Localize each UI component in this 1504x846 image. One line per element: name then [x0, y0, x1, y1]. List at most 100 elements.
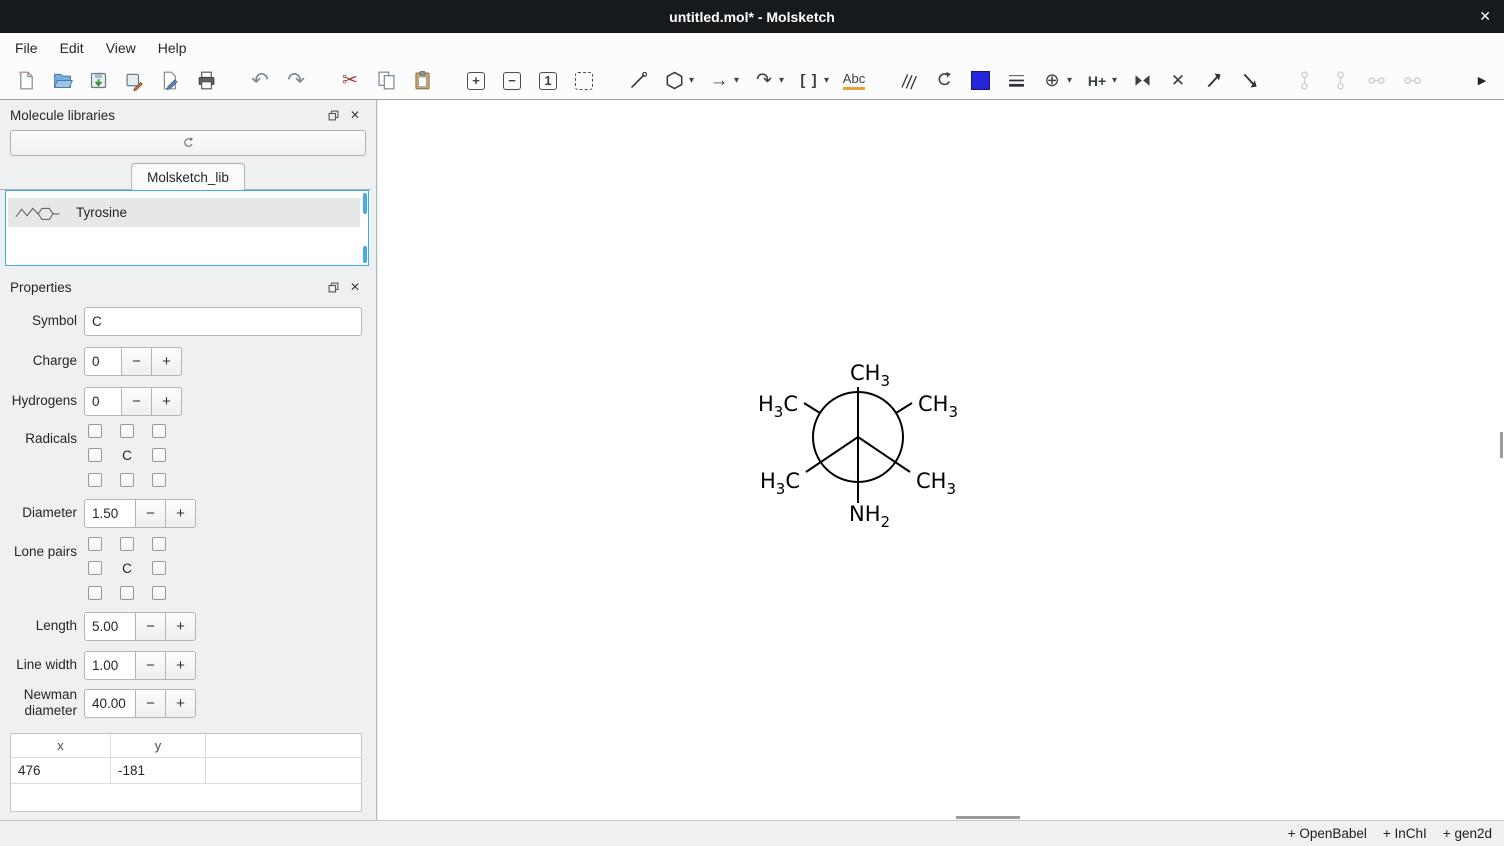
- zoom-original-button[interactable]: 1: [534, 67, 562, 95]
- copy-button[interactable]: [372, 67, 400, 95]
- diameter-value-input[interactable]: [84, 499, 136, 528]
- pen-arrow-up-button[interactable]: [1200, 67, 1228, 95]
- arrow-tool-button[interactable]: →: [705, 67, 733, 95]
- window-close-button[interactable]: ✕: [1479, 0, 1491, 33]
- radical-checkbox[interactable]: [120, 473, 134, 487]
- library-refresh-button[interactable]: [10, 130, 366, 156]
- library-scrollbar-thumb[interactable]: [363, 193, 367, 214]
- length-decrement-button[interactable]: −: [135, 612, 166, 641]
- hydrogen-tool-button[interactable]: H+: [1083, 67, 1111, 95]
- arrow-dropdown-arrow[interactable]: ▾: [731, 75, 742, 86]
- ring-tool-button[interactable]: [660, 67, 688, 95]
- zoom-in-button[interactable]: +: [462, 67, 490, 95]
- coords-header-y[interactable]: y: [111, 734, 206, 757]
- coords-cell-x[interactable]: 476: [11, 758, 111, 783]
- lone-pair-checkbox[interactable]: [120, 537, 134, 551]
- paste-button[interactable]: [408, 67, 436, 95]
- charge-decrement-button[interactable]: −: [121, 347, 152, 376]
- hydrogen-dropdown-arrow[interactable]: ▾: [1109, 75, 1120, 86]
- diameter-increment-button[interactable]: +: [165, 499, 196, 528]
- list-item-tyrosine[interactable]: Tyrosine: [8, 198, 360, 227]
- lone-pair-checkbox[interactable]: [88, 537, 102, 551]
- pen-arrow-down-button[interactable]: [1236, 67, 1264, 95]
- print-button[interactable]: [192, 67, 220, 95]
- add-hydrogens-button[interactable]: [1326, 67, 1354, 95]
- remove-hydrogens-button[interactable]: [1362, 67, 1390, 95]
- bracket-tool-button[interactable]: [ ]: [795, 67, 823, 95]
- radical-checkbox[interactable]: [152, 448, 166, 462]
- vertical-scrollbar-thumb[interactable]: [1500, 432, 1503, 458]
- hydrogens-increment-button[interactable]: +: [151, 387, 182, 416]
- undo-button[interactable]: ↶: [246, 67, 274, 95]
- charge-value-input[interactable]: [84, 347, 122, 376]
- zoom-out-button[interactable]: −: [498, 67, 526, 95]
- newman-decrement-button[interactable]: −: [135, 689, 166, 718]
- radical-checkbox[interactable]: [120, 424, 134, 438]
- status-bar: + OpenBabel + InChI + gen2d: [0, 820, 1504, 846]
- length-increment-button[interactable]: +: [165, 612, 196, 641]
- redo-button[interactable]: ↷: [282, 67, 310, 95]
- curved-arrow-dropdown-arrow[interactable]: ▾: [776, 75, 787, 86]
- radical-checkbox[interactable]: [152, 473, 166, 487]
- toolbar-overflow-button[interactable]: ▶: [1472, 67, 1492, 95]
- library-scrollbar-thumb[interactable]: [363, 246, 367, 263]
- lone-pair-checkbox[interactable]: [152, 537, 166, 551]
- line-width-value-input[interactable]: [84, 651, 136, 680]
- radical-checkbox[interactable]: [88, 448, 102, 462]
- radical-checkbox[interactable]: [88, 424, 102, 438]
- text-tool-button[interactable]: Abc: [840, 67, 868, 95]
- radical-checkbox[interactable]: [88, 473, 102, 487]
- horizontal-scrollbar-thumb[interactable]: [956, 816, 1020, 819]
- delete-button[interactable]: ✕: [1164, 67, 1192, 95]
- diameter-decrement-button[interactable]: −: [135, 499, 166, 528]
- menu-help[interactable]: Help: [147, 40, 198, 56]
- menu-edit[interactable]: Edit: [49, 40, 95, 56]
- hydrogens-value-input[interactable]: [84, 387, 122, 416]
- zoom-fit-button[interactable]: [570, 67, 598, 95]
- ring-dropdown-arrow[interactable]: ▾: [686, 75, 697, 86]
- lone-pair-checkbox[interactable]: [152, 586, 166, 600]
- length-value-input[interactable]: [84, 612, 136, 641]
- optimize-geometry-button[interactable]: [1290, 67, 1318, 95]
- save-button[interactable]: [84, 67, 112, 95]
- properties-float-button[interactable]: [324, 279, 342, 295]
- hatch-tool-button[interactable]: [894, 67, 922, 95]
- charge-increment-button[interactable]: +: [151, 347, 182, 376]
- color-button[interactable]: [966, 67, 994, 95]
- coords-cell-y[interactable]: -181: [111, 758, 206, 783]
- new-file-button[interactable]: [12, 67, 40, 95]
- line-width-decrement-button[interactable]: −: [135, 651, 166, 680]
- lone-pair-checkbox[interactable]: [88, 561, 102, 575]
- newman-increment-button[interactable]: +: [165, 689, 196, 718]
- rotate-tool-button[interactable]: [930, 67, 958, 95]
- drawing-canvas[interactable]: CH3 H3C CH3 H3C CH3 NH2: [378, 100, 1504, 820]
- newman-diameter-value-input[interactable]: [84, 689, 136, 718]
- tab-molsketch-lib[interactable]: Molsketch_lib: [131, 163, 245, 190]
- flip-horizontal-button[interactable]: [1128, 67, 1156, 95]
- line-width-increment-button[interactable]: +: [165, 651, 196, 680]
- lone-pair-checkbox[interactable]: [120, 586, 134, 600]
- charge-dropdown-arrow[interactable]: ▾: [1064, 75, 1075, 86]
- newman-projection-drawing[interactable]: CH3 H3C CH3 H3C CH3 NH2: [708, 335, 1008, 555]
- save-as-button[interactable]: [120, 67, 148, 95]
- lone-pair-checkbox[interactable]: [152, 561, 166, 575]
- properties-close-button[interactable]: ✕: [346, 279, 364, 295]
- menu-file[interactable]: File: [4, 40, 49, 56]
- library-close-button[interactable]: ✕: [346, 107, 364, 123]
- menu-view[interactable]: View: [95, 40, 147, 56]
- lone-pair-checkbox[interactable]: [88, 586, 102, 600]
- coords-header-x[interactable]: x: [11, 734, 111, 757]
- radical-checkbox[interactable]: [152, 424, 166, 438]
- library-float-button[interactable]: [324, 107, 342, 123]
- bracket-dropdown-arrow[interactable]: ▾: [821, 75, 832, 86]
- open-button[interactable]: [48, 67, 76, 95]
- cut-button[interactable]: ✂: [336, 67, 364, 95]
- hydrogens-decrement-button[interactable]: −: [121, 387, 152, 416]
- curved-arrow-tool-button[interactable]: ↷: [750, 67, 778, 95]
- export-button[interactable]: [156, 67, 184, 95]
- draw-bond-button[interactable]: [624, 67, 652, 95]
- generate-coords-button[interactable]: [1398, 67, 1426, 95]
- charge-tool-button[interactable]: ⊕: [1038, 67, 1066, 95]
- symbol-input[interactable]: [84, 307, 362, 336]
- line-width-button[interactable]: [1002, 67, 1030, 95]
